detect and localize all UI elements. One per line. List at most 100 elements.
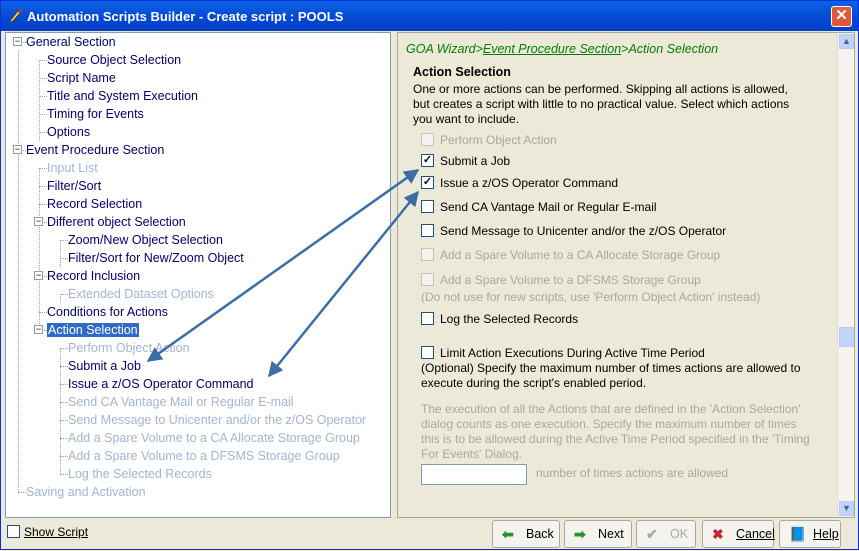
checkbox[interactable] bbox=[421, 312, 434, 325]
section-description: One or more actions can be performed. Sk… bbox=[413, 82, 790, 126]
tree-connector bbox=[60, 294, 68, 295]
tree-item[interactable]: Send CA Vantage Mail or Regular E-mail bbox=[68, 393, 294, 411]
tree-connector bbox=[39, 60, 40, 141]
tree-connector bbox=[60, 294, 61, 303]
dfsms-note: (Do not use for new scripts, use 'Perfor… bbox=[421, 290, 761, 304]
tree-item[interactable]: Record Inclusion bbox=[47, 267, 140, 285]
tree-item[interactable]: Different object Selection bbox=[47, 213, 186, 231]
checkbox bbox=[421, 248, 434, 261]
tree-item-label: Action Selection bbox=[47, 323, 139, 337]
scroll-up-icon[interactable]: ▲ bbox=[839, 34, 854, 49]
collapse-toggle-icon[interactable]: − bbox=[34, 271, 43, 280]
ok-button[interactable]: ✔ OK bbox=[636, 520, 696, 548]
tree-item[interactable]: Log the Selected Records bbox=[68, 465, 212, 483]
tree-item-label: Extended Dataset Options bbox=[68, 287, 214, 301]
cancel-button[interactable]: ✖ Cancel bbox=[702, 520, 775, 548]
tree-item[interactable]: Conditions for Actions bbox=[47, 303, 168, 321]
tree-item[interactable]: Filter/Sort bbox=[47, 177, 101, 195]
tree-item[interactable]: Script Name bbox=[47, 69, 116, 87]
tree-item[interactable]: Action Selection bbox=[47, 321, 139, 339]
tree-item[interactable]: Send Message to Unicenter and/or the z/O… bbox=[68, 411, 366, 429]
close-icon: ✕ bbox=[835, 7, 848, 24]
action-label: Send Message to Unicenter and/or the z/O… bbox=[440, 224, 727, 238]
tree-connector bbox=[39, 132, 47, 133]
tree-connector bbox=[60, 240, 61, 267]
breadcrumb-link[interactable]: Event Procedure Section bbox=[483, 42, 621, 56]
back-arrow-icon: ⬅ bbox=[502, 526, 514, 542]
tree-item-label: Add a Spare Volume to a DFSMS Storage Gr… bbox=[68, 449, 340, 463]
tree-connector bbox=[39, 78, 47, 79]
breadcrumb: GOA Wizard>Event Procedure Section>Actio… bbox=[406, 42, 718, 56]
tree-connector bbox=[39, 204, 47, 205]
action-label: Add a Spare Volume to a DFSMS Storage Gr… bbox=[440, 273, 701, 287]
checked-checkbox[interactable]: ✓ bbox=[421, 154, 434, 167]
tree-connector bbox=[39, 60, 47, 61]
tree-item[interactable]: Add a Spare Volume to a DFSMS Storage Gr… bbox=[68, 447, 340, 465]
collapse-toggle-icon[interactable]: − bbox=[13, 37, 22, 46]
window-title: Automation Scripts Builder - Create scri… bbox=[27, 9, 344, 24]
tree-connector bbox=[60, 240, 68, 241]
help-book-icon: 📘 bbox=[789, 526, 807, 542]
help-button[interactable]: 📘 Help bbox=[779, 520, 841, 548]
tree-item[interactable]: Record Selection bbox=[47, 195, 142, 213]
tree-item[interactable]: Filter/Sort for New/Zoom Object bbox=[68, 249, 244, 267]
check-icon: ✔ bbox=[646, 526, 658, 542]
cancel-label: Cancel bbox=[736, 527, 775, 541]
tree-item-label: Perform Object Action bbox=[68, 341, 190, 355]
max-executions-input[interactable] bbox=[421, 464, 527, 485]
tree-item[interactable]: Title and System Execution bbox=[47, 87, 198, 105]
tree-item-label: Add a Spare Volume to a CA Allocate Stor… bbox=[68, 431, 360, 445]
tree-item-label: Conditions for Actions bbox=[47, 305, 168, 319]
navigation-tree[interactable]: General Section − Source Object Selection S… bbox=[5, 32, 391, 518]
checkbox-box[interactable] bbox=[7, 525, 20, 538]
tree-item[interactable]: Saving and Activation bbox=[26, 483, 146, 501]
tree-item-label: Submit a Job bbox=[68, 359, 141, 373]
ok-label: OK bbox=[670, 527, 689, 541]
tree-item[interactable]: Timing for Events bbox=[47, 105, 144, 123]
main-window: Automation Scripts Builder - Create scri… bbox=[0, 0, 859, 550]
tree-connector bbox=[60, 258, 68, 259]
tree-connector bbox=[60, 420, 68, 421]
back-label: Back bbox=[526, 527, 554, 541]
scroll-down-icon[interactable]: ▼ bbox=[839, 501, 854, 516]
tree-connector bbox=[60, 402, 68, 403]
tree-item[interactable]: General Section bbox=[26, 33, 116, 51]
tree-item-label: Send Message to Unicenter and/or the z/O… bbox=[68, 413, 367, 427]
checkbox[interactable] bbox=[421, 346, 434, 359]
vertical-scrollbar[interactable]: ▲ ▼ bbox=[837, 33, 854, 517]
action-label: Issue a z/OS Operator Command bbox=[440, 176, 619, 190]
show-script-label: Show Script bbox=[24, 525, 89, 539]
action-label: Limit Action Executions During Active Ti… bbox=[440, 346, 705, 360]
next-arrow-icon: ➡ bbox=[574, 526, 586, 542]
close-button[interactable]: ✕ bbox=[831, 6, 852, 27]
content-panel: GOA Wizard>Event Procedure Section>Actio… bbox=[397, 32, 855, 518]
breadcrumb-prefix: GOA Wizard> bbox=[406, 42, 483, 56]
checked-checkbox[interactable]: ✓ bbox=[421, 176, 434, 189]
tree-item-label: Source Object Selection bbox=[47, 53, 182, 67]
action-label: Perform Object Action bbox=[440, 133, 557, 147]
tree-item[interactable]: Source Object Selection bbox=[47, 51, 181, 69]
tree-connector bbox=[60, 384, 68, 385]
collapse-toggle-icon[interactable]: − bbox=[13, 145, 22, 154]
scroll-thumb[interactable] bbox=[839, 327, 854, 347]
tree-item[interactable]: Event Procedure Section bbox=[26, 141, 164, 159]
tree-item[interactable]: Add a Spare Volume to a CA Allocate Stor… bbox=[68, 429, 360, 447]
next-button[interactable]: ➡ Next bbox=[564, 520, 632, 548]
tree-item-label: Log the Selected Records bbox=[68, 467, 212, 481]
checkbox[interactable] bbox=[421, 224, 434, 237]
back-button[interactable]: ⬅ Back bbox=[492, 520, 560, 548]
tree-item[interactable]: Perform Object Action bbox=[68, 339, 190, 357]
tree-item[interactable]: Submit a Job bbox=[68, 357, 141, 375]
collapse-toggle-icon[interactable]: − bbox=[34, 217, 43, 226]
checkbox[interactable] bbox=[421, 200, 434, 213]
collapse-toggle-icon[interactable]: − bbox=[34, 325, 43, 334]
tree-item[interactable]: Zoom/New Object Selection bbox=[68, 231, 223, 249]
tree-item[interactable]: Issue a z/OS Operator Command bbox=[68, 375, 254, 393]
checkbox bbox=[421, 273, 434, 286]
tree-item-label: Record Selection bbox=[47, 197, 143, 211]
tree-item[interactable]: Options bbox=[47, 123, 90, 141]
tree-item-label: Issue a z/OS Operator Command bbox=[68, 377, 254, 391]
tree-connector bbox=[18, 492, 26, 493]
tree-item[interactable]: Extended Dataset Options bbox=[68, 285, 214, 303]
tree-item[interactable]: Input List bbox=[47, 159, 98, 177]
